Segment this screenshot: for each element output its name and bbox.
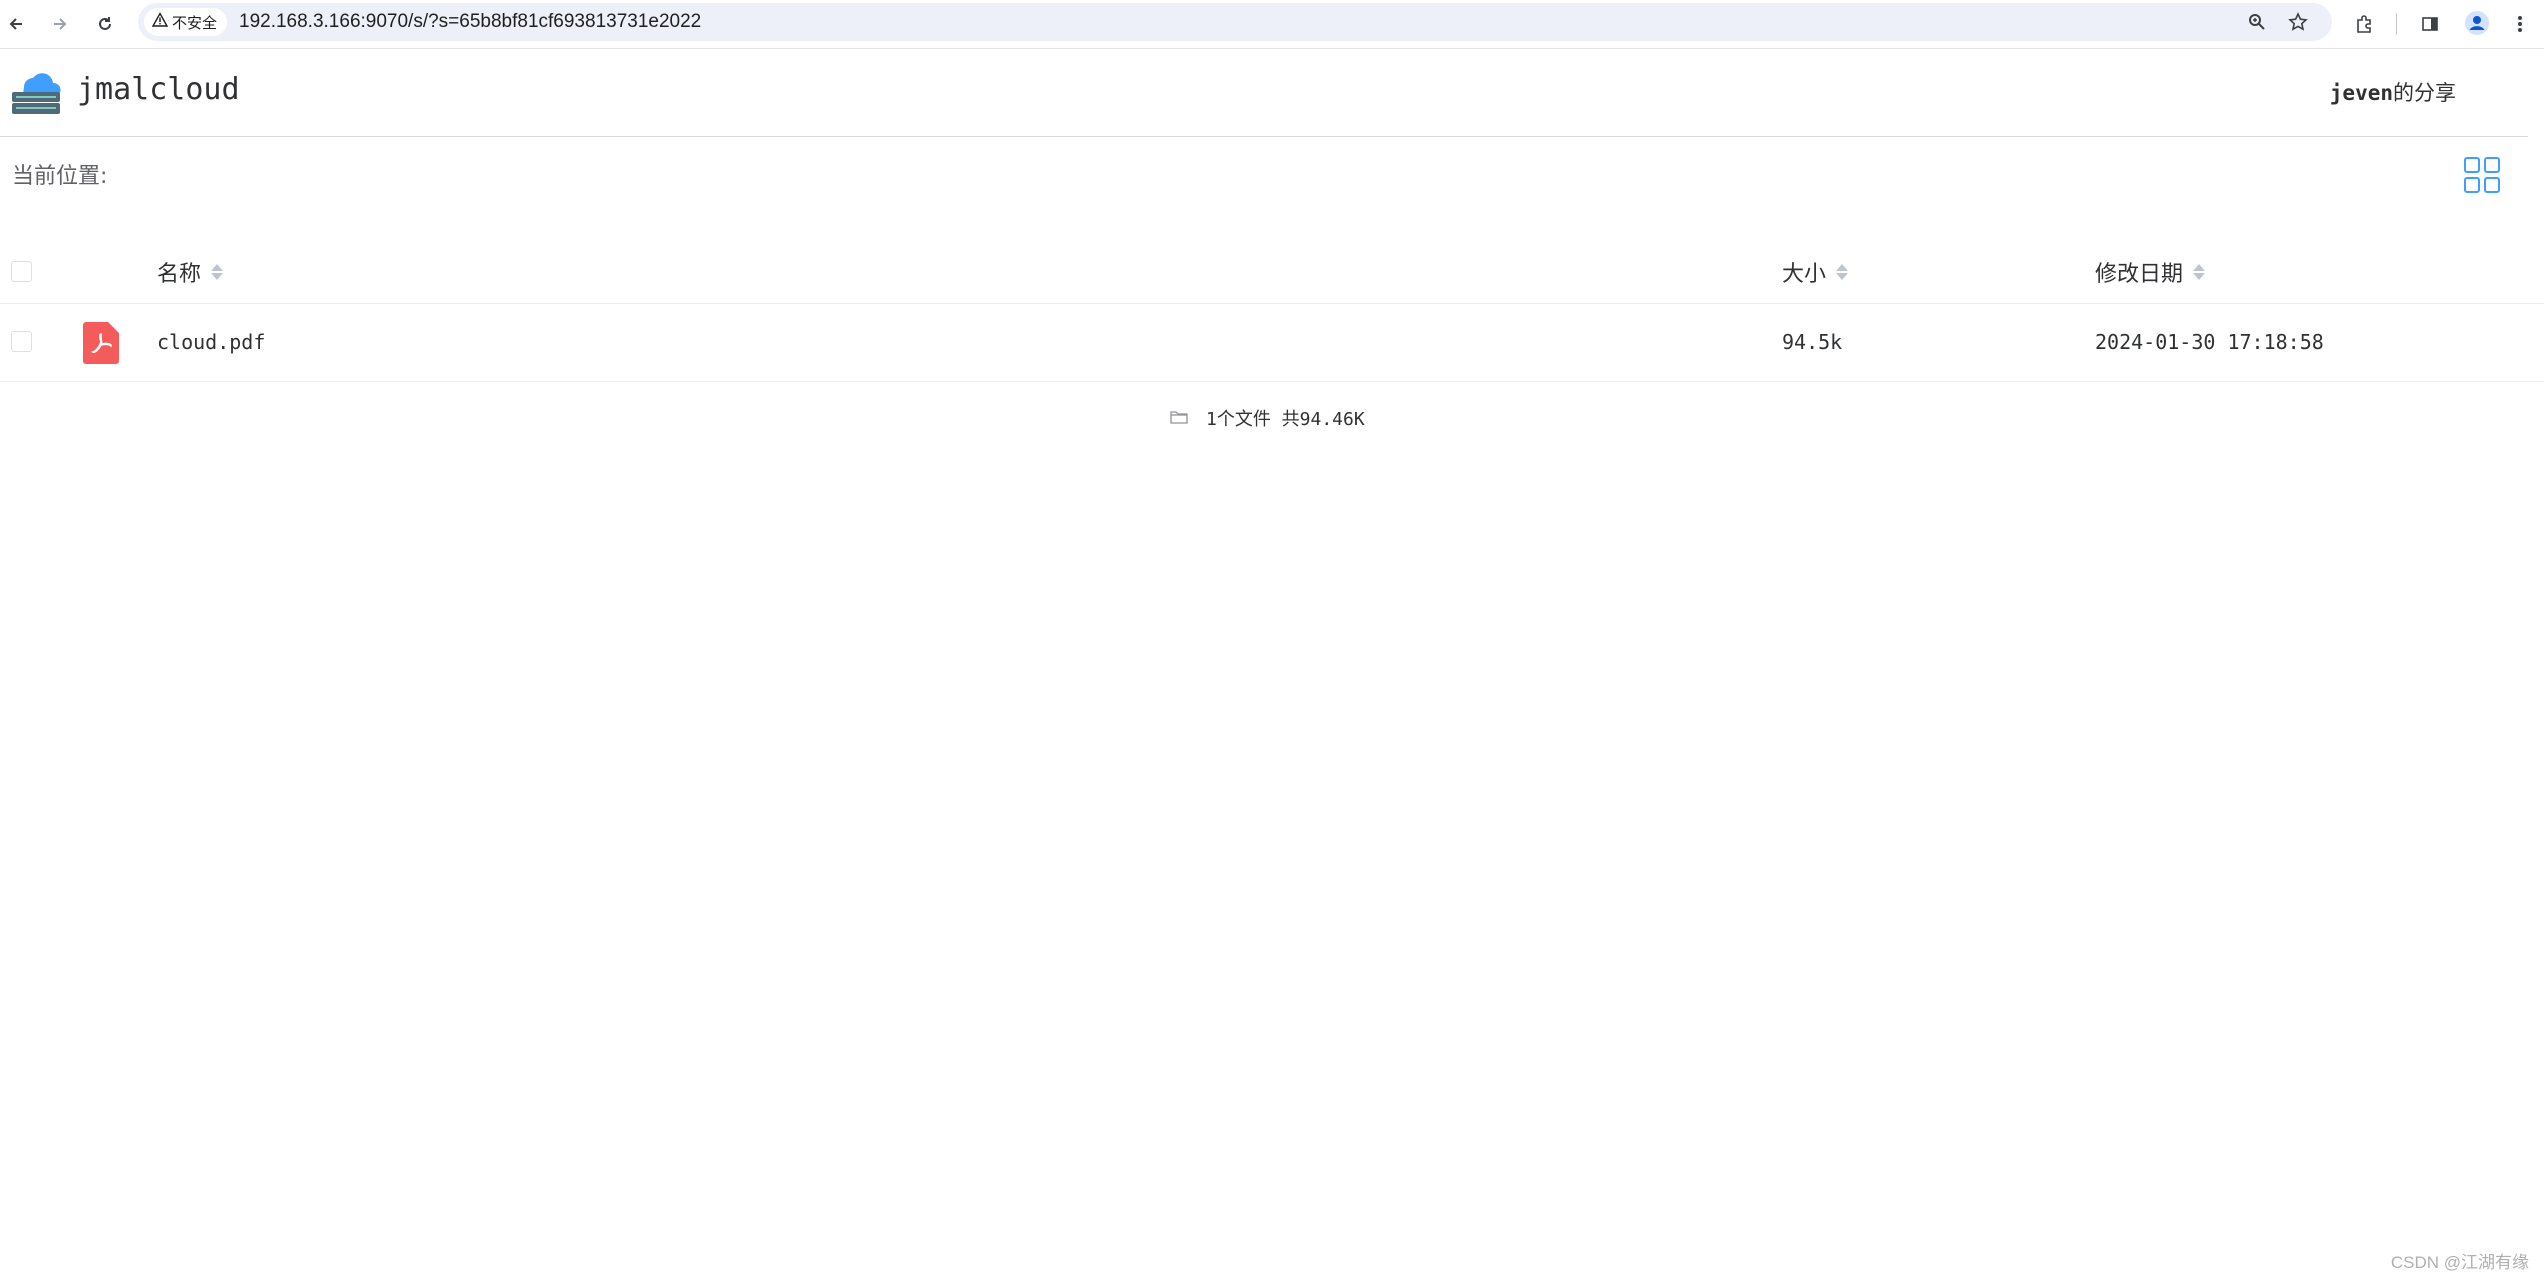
browser-toolbar: 不安全 192.168.3.166:9070/s/?s=65b8bf81cf69… <box>0 0 2544 49</box>
watermark: CSDN @江湖有缘 <box>2390 1253 2529 1272</box>
cloud-logo-icon[interactable] <box>10 66 62 118</box>
sort-icon[interactable] <box>211 264 224 280</box>
summary-text: 1个文件 共94.46K <box>1206 409 1365 430</box>
owner-name: jeven <box>2329 81 2393 105</box>
pdf-icon <box>83 322 119 364</box>
security-chip[interactable]: 不安全 <box>144 8 228 36</box>
column-label-size: 大小 <box>1782 262 1827 287</box>
app-header: jmalcloud jeven的分享 <box>0 50 2528 137</box>
side-panel-icon[interactable] <box>2415 9 2445 39</box>
app-title[interactable]: jmalcloud <box>77 72 240 107</box>
sort-icon[interactable] <box>1836 264 1849 280</box>
forward-icon[interactable] <box>44 8 76 40</box>
column-label-name: 名称 <box>157 262 202 287</box>
grid-view-icon[interactable] <box>2463 156 2501 194</box>
warning-icon <box>151 12 169 32</box>
extensions-icon[interactable] <box>2349 9 2379 39</box>
share-owner: jeven的分享 <box>2330 77 2456 107</box>
table-header: 名称 大小 修改日期 <box>0 240 2544 304</box>
column-header-size[interactable]: 大小 <box>1782 256 1849 288</box>
file-table: 名称 大小 修改日期 cloud.pdf 94.5k 2024-01-30 17… <box>0 240 2544 382</box>
more-icon[interactable] <box>2505 9 2535 39</box>
security-label: 不安全 <box>172 13 218 32</box>
toolbar-divider <box>2396 13 2397 35</box>
address-bar[interactable]: 不安全 192.168.3.166:9070/s/?s=65b8bf81cf69… <box>138 3 2332 41</box>
profile-icon[interactable] <box>2462 8 2492 38</box>
sort-icon[interactable] <box>2193 264 2206 280</box>
zoom-icon[interactable] <box>2244 9 2270 35</box>
owner-suffix: 的分享 <box>2393 81 2456 105</box>
table-row[interactable]: cloud.pdf 94.5k 2024-01-30 17:18:58 <box>0 304 2544 382</box>
column-label-modified: 修改日期 <box>2095 262 2184 287</box>
column-header-name[interactable]: 名称 <box>157 256 224 288</box>
reload-icon[interactable] <box>89 8 121 40</box>
file-summary: 1个文件 共94.46K <box>1170 405 1365 431</box>
file-modified-date: 2024-01-30 17:18:58 <box>2095 330 2324 354</box>
column-header-modified[interactable]: 修改日期 <box>2095 256 2206 288</box>
back-icon[interactable] <box>0 8 32 40</box>
folder-icon <box>1170 409 1188 428</box>
file-name[interactable]: cloud.pdf <box>157 330 265 354</box>
select-all-checkbox[interactable] <box>11 261 32 282</box>
file-size: 94.5k <box>1782 330 1843 354</box>
url-text[interactable]: 192.168.3.166:9070/s/?s=65b8bf81cf693813… <box>239 3 701 41</box>
breadcrumb: 当前位置: <box>12 164 108 189</box>
star-icon[interactable] <box>2285 9 2311 35</box>
row-checkbox[interactable] <box>11 331 32 352</box>
